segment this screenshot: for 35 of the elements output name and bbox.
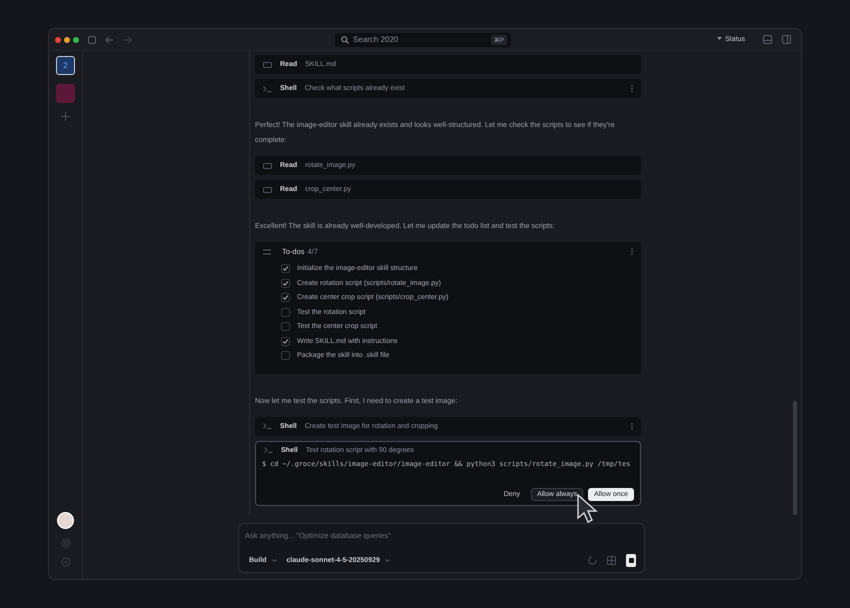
terminal-icon: [263, 86, 272, 92]
checkbox[interactable]: [281, 336, 290, 346]
scrollbar[interactable]: [793, 401, 797, 515]
checkbox[interactable]: [281, 308, 290, 317]
help-icon[interactable]: [60, 557, 70, 567]
back-arrow-icon[interactable]: [105, 36, 114, 44]
split-view-icon[interactable]: [782, 35, 791, 44]
terminal-icon: [263, 423, 272, 429]
settings-icon[interactable]: [60, 538, 70, 548]
loading-icon: [588, 556, 597, 565]
panel-icon[interactable]: [763, 35, 772, 44]
checkbox[interactable]: [281, 278, 290, 288]
sidebar-toggle-icon[interactable]: [88, 36, 96, 44]
caret-icon: [717, 37, 722, 41]
checkbox[interactable]: [281, 264, 290, 274]
checkbox[interactable]: [281, 351, 290, 360]
file-icon: [263, 162, 272, 168]
zoom-button[interactable]: [73, 36, 79, 42]
minimize-button[interactable]: [64, 36, 70, 42]
terminal-icon: [264, 447, 273, 453]
stop-button[interactable]: [626, 554, 636, 567]
close-button[interactable]: [55, 36, 61, 42]
list-icon: [263, 248, 271, 254]
workspace-tab[interactable]: 2: [56, 56, 75, 75]
image-icon[interactable]: [607, 556, 616, 565]
checkbox[interactable]: [281, 322, 290, 332]
file-icon: [263, 62, 272, 68]
avatar[interactable]: [57, 512, 74, 529]
chevron-icon: [384, 559, 390, 562]
checkbox[interactable]: [281, 293, 290, 302]
add-icon[interactable]: [61, 112, 70, 121]
chevron-icon: [272, 559, 276, 562]
search-icon: [341, 36, 349, 44]
forward-arrow-icon[interactable]: [123, 36, 132, 44]
file-icon: [263, 186, 272, 192]
